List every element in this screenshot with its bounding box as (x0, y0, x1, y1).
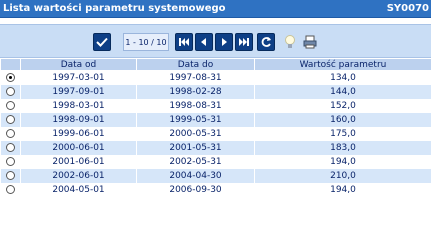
cell-date-from: 2004-05-01 (20, 183, 137, 197)
table-row[interactable]: 1998-09-01 1999-05-31 160,0 (0, 113, 431, 127)
cell-date-from: 1998-03-01 (20, 99, 137, 113)
print-icon (303, 35, 317, 49)
cell-value: 175,0 (254, 127, 431, 141)
cell-value: 210,0 (254, 169, 431, 183)
hint-button[interactable] (281, 33, 299, 51)
table-row[interactable]: 2000-06-01 2001-05-31 183,0 (0, 141, 431, 155)
column-header-value[interactable]: Wartość parametru (254, 58, 431, 71)
pager-label: 1 - 10 / 10 (123, 33, 169, 51)
cell-date-to: 2006-09-30 (136, 183, 255, 197)
first-page-button[interactable] (175, 33, 193, 51)
row-select-cell (0, 141, 21, 155)
table-row[interactable]: 1999-06-01 2000-05-31 175,0 (0, 127, 431, 141)
refresh-button[interactable] (257, 33, 275, 51)
last-page-button[interactable] (235, 33, 253, 51)
cell-date-from: 2000-06-01 (20, 141, 137, 155)
cell-value: 194,0 (254, 155, 431, 169)
window-title: Lista wartości parametru systemowego (3, 3, 226, 14)
row-select-cell (0, 183, 21, 197)
column-header-select (0, 58, 21, 71)
cell-date-from: 2002-06-01 (20, 169, 137, 183)
cell-date-to: 2002-05-31 (136, 155, 255, 169)
confirm-button[interactable] (93, 33, 111, 51)
row-select-cell (0, 70, 21, 85)
refresh-icon (261, 37, 271, 47)
table-row[interactable]: 1997-03-01 1997-08-31 134,0 (0, 70, 431, 85)
row-select-cell (0, 127, 21, 141)
cell-value: 152,0 (254, 99, 431, 113)
row-radio-button[interactable] (6, 157, 15, 166)
row-select-cell (0, 99, 21, 113)
cell-value: 183,0 (254, 141, 431, 155)
row-radio-button[interactable] (6, 129, 15, 138)
cell-date-to: 1998-08-31 (136, 99, 255, 113)
cell-date-to: 2000-05-31 (136, 127, 255, 141)
toolbar: 1 - 10 / 10 (0, 24, 431, 58)
row-radio-button[interactable] (6, 115, 15, 124)
cell-date-from: 1998-09-01 (20, 113, 137, 127)
window-titlebar: Lista wartości parametru systemowego SY0… (0, 0, 431, 18)
cell-date-to: 1997-08-31 (136, 70, 255, 85)
table-row[interactable]: 1997-09-01 1998-02-28 144,0 (0, 85, 431, 99)
cell-value: 144,0 (254, 85, 431, 99)
parameter-values-table: Data od Data do Wartość parametru 1997-0… (0, 58, 431, 197)
row-radio-button[interactable] (6, 185, 15, 194)
table-row[interactable]: 2001-06-01 2002-05-31 194,0 (0, 155, 431, 169)
lightbulb-icon (285, 35, 295, 48)
row-radio-button[interactable] (6, 73, 15, 82)
previous-page-icon (201, 38, 206, 46)
row-radio-button[interactable] (6, 87, 15, 96)
row-select-cell (0, 155, 21, 169)
column-header-date-to[interactable]: Data do (136, 58, 255, 71)
column-header-date-from[interactable]: Data od (20, 58, 137, 71)
row-select-cell (0, 113, 21, 127)
cell-value: 160,0 (254, 113, 431, 127)
row-select-cell (0, 169, 21, 183)
table-row[interactable]: 2004-05-01 2006-09-30 194,0 (0, 183, 431, 197)
cell-date-to: 1999-05-31 (136, 113, 255, 127)
cell-date-from: 2001-06-01 (20, 155, 137, 169)
table-row[interactable]: 2002-06-01 2004-04-30 210,0 (0, 169, 431, 183)
row-radio-button[interactable] (6, 101, 15, 110)
previous-page-button[interactable] (195, 33, 213, 51)
cell-value: 194,0 (254, 183, 431, 197)
cell-date-to: 2004-04-30 (136, 169, 255, 183)
cell-date-from: 1997-03-01 (20, 70, 137, 85)
cell-date-from: 1999-06-01 (20, 127, 137, 141)
print-button[interactable] (301, 33, 319, 51)
table-header-row: Data od Data do Wartość parametru (0, 58, 431, 71)
row-radio-button[interactable] (6, 171, 15, 180)
cell-value: 134,0 (254, 70, 431, 85)
confirm-icon (96, 37, 108, 47)
cell-date-from: 1997-09-01 (20, 85, 137, 99)
table-row[interactable]: 1998-03-01 1998-08-31 152,0 (0, 99, 431, 113)
cell-date-to: 2001-05-31 (136, 141, 255, 155)
first-page-icon (179, 38, 189, 46)
row-radio-button[interactable] (6, 143, 15, 152)
cell-date-to: 1998-02-28 (136, 85, 255, 99)
row-select-cell (0, 85, 21, 99)
last-page-icon (239, 38, 249, 46)
screen-code: SY0070 (386, 3, 429, 14)
next-page-icon (222, 38, 227, 46)
next-page-button[interactable] (215, 33, 233, 51)
